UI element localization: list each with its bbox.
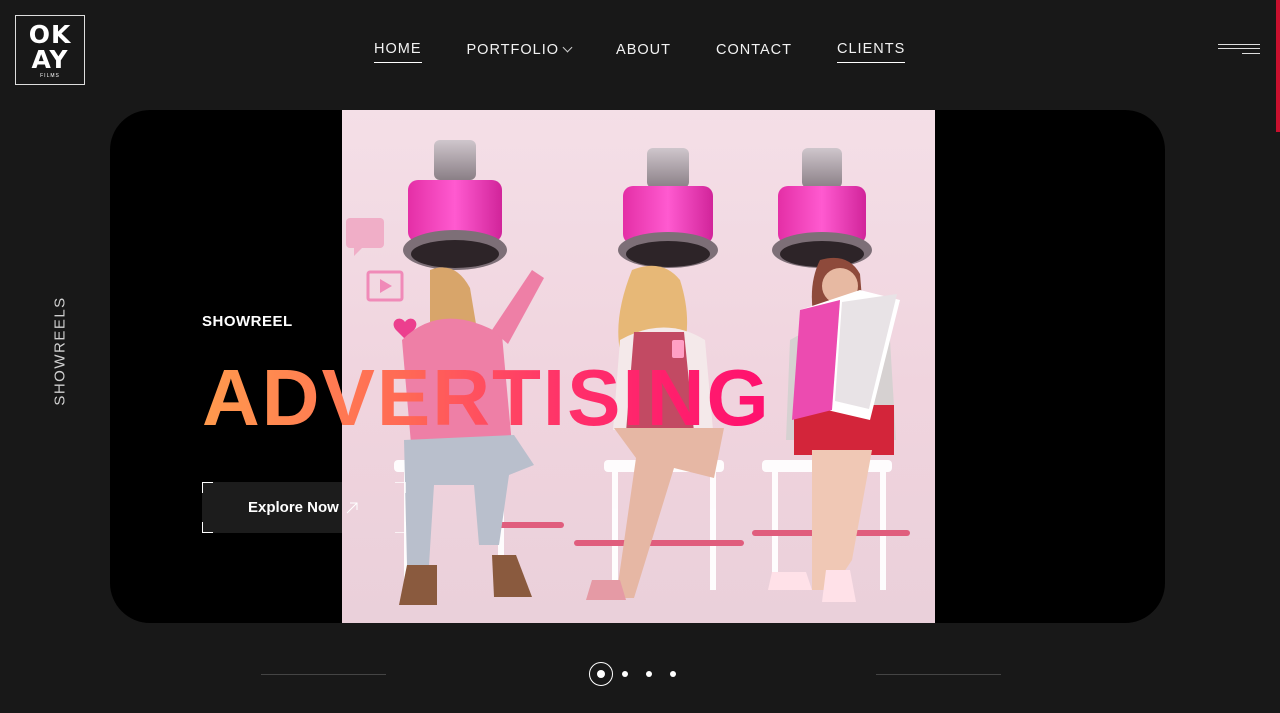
slide-dot-4[interactable] [670, 671, 676, 677]
nav-home-label: HOME [374, 41, 422, 57]
chevron-down-icon [562, 42, 573, 52]
explore-now-label: Explore Now [248, 499, 339, 516]
explore-now-button[interactable]: Explore Now [202, 482, 406, 533]
nav-portfolio-label: PORTFOLIO [466, 41, 560, 58]
slide-dot-2[interactable] [622, 671, 628, 677]
hamburger-menu-icon[interactable] [1218, 42, 1260, 58]
divider-left [261, 674, 386, 675]
nav-about-label: ABOUT [616, 41, 671, 58]
slide-dot-1[interactable] [589, 662, 613, 686]
nav-about[interactable]: ABOUT [616, 42, 671, 63]
nav-clients-label: CLIENTS [837, 41, 906, 57]
arrow-up-right-icon [346, 502, 358, 513]
slide-dot-3[interactable] [646, 671, 652, 677]
divider-right [876, 674, 1001, 675]
nav-contact-label: CONTACT [715, 41, 792, 58]
main-nav: HOME PORTFOLIO ABOUT CONTACT CLIENTS [374, 41, 906, 63]
nav-home[interactable]: HOME [374, 41, 422, 63]
nav-clients[interactable]: CLIENTS [837, 41, 906, 63]
nav-contact[interactable]: CONTACT [716, 42, 792, 63]
logo[interactable]: OK AY FILMS [15, 15, 85, 85]
showreels-side-label: SHOWREELS [51, 296, 69, 406]
logo-subtitle: FILMS [40, 72, 60, 79]
hero-headline: ADVERTISING [202, 353, 771, 442]
logo-text-top: OK [28, 19, 72, 49]
slider-pagination [589, 662, 676, 686]
scroll-indicator[interactable] [1276, 0, 1280, 132]
hero-kicker: SHOWREEL [202, 313, 293, 330]
logo-text-bottom: AY [31, 44, 69, 74]
nav-portfolio[interactable]: PORTFOLIO [466, 41, 573, 63]
